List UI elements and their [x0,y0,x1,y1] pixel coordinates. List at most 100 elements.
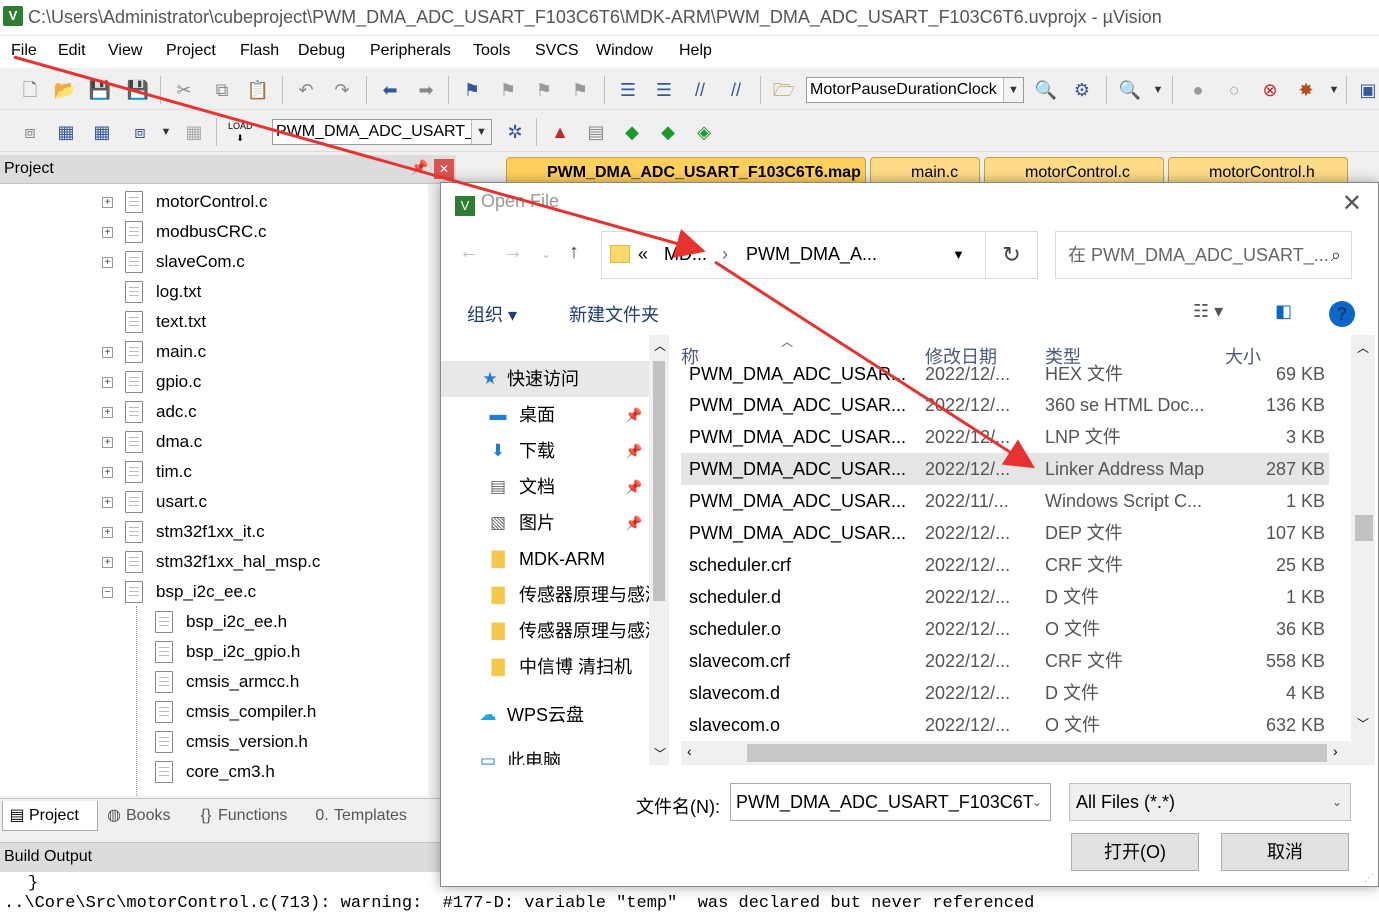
file-row[interactable]: scheduler.crf 2022/12/... CRF 文件 25 KB [681,549,1329,581]
menu-edit[interactable]: Edit [58,42,86,60]
new-folder-button[interactable]: 新建文件夹 [569,301,659,327]
target-select[interactable]: PWM_DMA_ADC_USART_ ▼ [272,119,492,145]
project-tree-scrollbar[interactable] [428,184,440,796]
file-row[interactable]: PWM_DMA_ADC_USAR... 2022/11/... Windows Sc… [681,485,1329,517]
chevron-left-icon[interactable]: ‹ [687,743,692,759]
expand-icon[interactable]: + [102,347,113,358]
file-list-vscrollbar[interactable]: ︿ ﹀ [1351,335,1375,765]
address-bar[interactable]: « MD... › PWM_DMA_A... ▼ [601,231,986,279]
batch-build-icon[interactable]: ⧈ [128,120,152,144]
manage-rte-icon[interactable]: ◆ [656,120,680,144]
chevron-down-icon[interactable]: ⌄ [1032,784,1042,820]
kill-breakpoints-icon[interactable]: ⊗ [1258,78,1282,102]
expand-icon[interactable]: + [102,557,113,568]
forward-arrow-icon[interactable]: → [503,241,523,264]
file-row-selected[interactable]: PWM_DMA_ADC_USAR... 2022/12/... Linker Add… [681,453,1329,485]
expand-icon[interactable]: + [102,437,113,448]
breakpoint-icon[interactable]: ● [1186,78,1210,102]
file-list-hscrollbar[interactable]: ‹ › [681,741,1351,765]
menu-help[interactable]: Help [679,42,712,60]
nav-item-desktop[interactable]: ▬ 桌面 📌 [441,397,649,433]
event-recorder-icon[interactable]: ◈ [692,120,716,144]
configure-icon[interactable]: ✸ [1294,78,1318,102]
close-icon[interactable]: ✕ [434,159,454,179]
open-button[interactable]: 打开(O) [1071,833,1199,871]
address-overflow[interactable]: « [638,244,648,265]
uncomment-icon[interactable]: // [724,78,748,102]
prev-bookmark-icon[interactable]: ⚑ [496,78,520,102]
nav-item-mdk-arm[interactable]: ▇ MDK-ARM [441,541,649,577]
breadcrumb-project[interactable]: PWM_DMA_A... [746,244,877,265]
open-folder-icon[interactable]: 📂 [53,78,77,102]
rebuild-icon[interactable]: ▦ [90,120,114,144]
file-row[interactable]: scheduler.o 2022/12/... O 文件 36 KB [681,613,1329,645]
comment-icon[interactable]: // [688,78,712,102]
menu-file[interactable]: File [11,42,37,60]
window-layout-icon[interactable]: ▣ [1356,78,1379,102]
recent-locations-icon[interactable]: ⌄ [541,247,551,261]
scroll-thumb[interactable] [747,744,1327,762]
pin-icon[interactable]: 📌 [625,469,642,505]
nav-item-this-pc[interactable]: ▭ 此电脑 [441,743,649,765]
save-all-icon[interactable]: 💾 [126,78,150,102]
chevron-up-icon[interactable]: ︿ [1357,339,1369,356]
tab-motorcontrol-c[interactable]: motorControl.c [984,157,1164,185]
find-icon[interactable]: 🔍 [1034,78,1058,102]
file-row[interactable]: slavecom.d 2022/12/... D 文件 4 KB [681,677,1329,709]
expand-icon[interactable]: + [102,497,113,508]
chevron-down-icon[interactable]: ▼ [1322,78,1346,102]
up-arrow-icon[interactable]: ↑ [569,241,579,264]
chevron-down-icon[interactable]: ﹀ [654,745,666,762]
breadcrumb-mdk[interactable]: MD... [664,244,707,265]
expand-icon[interactable]: + [102,527,113,538]
save-icon[interactable]: 💾 [88,78,112,102]
resize-grip-icon[interactable]: ⋰ [1364,873,1374,884]
file-row[interactable]: slavecom.crf 2022/12/... CRF 文件 558 KB [681,645,1329,677]
redo-icon[interactable]: ↷ [330,78,354,102]
next-bookmark-icon[interactable]: ⚑ [532,78,556,102]
manage-project-icon[interactable]: ▲ [548,120,572,144]
chevron-down-icon[interactable]: ▼ [1146,78,1170,102]
tab-motorcontrol-h[interactable]: motorControl.h [1168,157,1348,185]
menu-peripherals[interactable]: Peripherals [370,42,451,60]
file-row[interactable]: PWM_DMA_ADC_USAR... 2022/12/... LNP 文件 3 KB [681,421,1329,453]
scroll-thumb[interactable] [1355,515,1373,541]
file-row[interactable]: PWM_DMA_ADC_USAR... 2022/12/... HEX 文件 69 K… [681,363,1329,385]
nav-item-quick-access[interactable]: ★ 快速访问 [441,361,649,397]
pin-icon[interactable]: 📌 [625,397,642,433]
file-row[interactable]: PWM_DMA_ADC_USAR... 2022/12/... DEP 文件 107 … [681,517,1329,549]
menu-tools[interactable]: Tools [473,42,510,60]
navigation-scrollbar[interactable]: ︿ ﹀ [649,335,669,765]
cut-icon[interactable]: ✂ [172,78,196,102]
view-options-icon[interactable]: ☷ ▾ [1193,301,1223,322]
menu-project[interactable]: Project [166,42,216,60]
expand-icon[interactable]: + [102,407,113,418]
nav-forward-icon[interactable]: ➡ [414,78,438,102]
undo-icon[interactable]: ↶ [294,78,318,102]
select-packs-icon[interactable]: ▤ [584,120,608,144]
copy-icon[interactable]: ⧉ [210,78,234,102]
chevron-up-icon[interactable]: ︿ [654,337,666,354]
pin-icon[interactable]: 📌 [625,433,642,469]
expand-icon[interactable]: + [102,197,113,208]
tab-templates[interactable]: 0. Templates [308,801,430,831]
menu-view[interactable]: View [108,42,142,60]
debug-session-icon[interactable]: 🔍 [1118,78,1142,102]
nav-item-folder[interactable]: ▇ 传感器原理与感测 [441,613,649,649]
nav-item-folder[interactable]: ▇ 中信博 清扫机 [441,649,649,685]
filetype-select[interactable]: All Files (*.*) ⌄ [1069,783,1351,821]
pack-installer-icon[interactable]: ◆ [620,120,644,144]
menu-svcs[interactable]: SVCS [535,42,579,60]
back-arrow-icon[interactable]: ← [459,241,479,264]
unindent-icon[interactable]: ☰ [652,78,676,102]
menu-flash[interactable]: Flash [240,42,279,60]
expand-icon[interactable]: + [102,467,113,478]
cancel-button[interactable]: 取消 [1221,833,1349,871]
nav-item-folder[interactable]: ▇ 传感器原理与感测 [441,577,649,613]
nav-back-icon[interactable]: ⬅ [378,78,402,102]
paste-icon[interactable]: 📋 [246,78,270,102]
indent-icon[interactable]: ☰ [616,78,640,102]
expand-icon[interactable]: + [102,227,113,238]
clear-bookmarks-icon[interactable]: ⚑ [568,78,592,102]
menu-window[interactable]: Window [596,42,653,60]
